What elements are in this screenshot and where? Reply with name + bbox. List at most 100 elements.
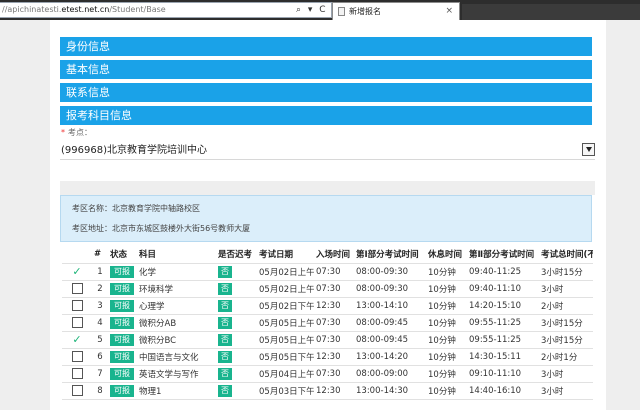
status-badge[interactable]: 可报 xyxy=(110,316,134,329)
cell-entry: 12:30 xyxy=(314,297,354,315)
cell-rest: 10分钟 xyxy=(426,263,467,281)
col-total: 考试总时间(不 xyxy=(539,245,593,264)
cell-date: 05月05日下午 xyxy=(257,348,314,366)
table-header: # 状态 科目 是否迟考 考试日期 入场时间 第Ⅰ部分考试时间 休息时间 第Ⅱ部… xyxy=(62,245,593,264)
cell-total: 3小时 xyxy=(539,280,593,298)
cell-date: 05月04日上午 xyxy=(257,365,314,383)
checkbox-icon[interactable] xyxy=(71,351,83,362)
col-part1: 第Ⅰ部分考试时间 xyxy=(354,245,426,264)
late-badge: 否 xyxy=(218,367,232,380)
status-badge[interactable]: 可报 xyxy=(110,384,134,397)
col-rest: 休息时间 xyxy=(426,245,467,264)
cell-part2: 09:40-11:10 xyxy=(467,280,539,298)
cell-total: 3小时15分 xyxy=(539,314,593,332)
cell-num: 7 xyxy=(92,365,108,383)
cell-entry: 07:30 xyxy=(314,280,354,298)
section-identity[interactable]: 身份信息 xyxy=(60,37,592,56)
cell-entry: 07:30 xyxy=(314,365,354,383)
url-path: /Student/Base xyxy=(109,5,166,14)
section-basic[interactable]: 基本信息 xyxy=(60,60,592,79)
cell-part1: 08:00-09:30 xyxy=(354,280,426,298)
cell-rest: 10分钟 xyxy=(426,382,467,400)
table-row[interactable]: 6 可报 中国语言与文化否 05月05日下午 12:30 13:00-14:20 10分钟 1… xyxy=(62,348,593,366)
table-row[interactable]: ✓ 1 可报 化学否 05月02日上午 07:30 08:00-09:30 10分钟 09:40… xyxy=(62,263,593,281)
cell-total: 3小时15分 xyxy=(539,331,593,349)
table-row[interactable]: 7 可报 英语文学与写作否 05月04日上午 07:30 08:00-09:00 10分钟 0… xyxy=(62,365,593,383)
test-site-value: (996968)北京教育学院培训中心 xyxy=(61,145,207,156)
cell-part2: 14:20-15:10 xyxy=(467,297,539,315)
col-late: 是否迟考 xyxy=(216,245,257,264)
section-subjects[interactable]: 报考科目信息 xyxy=(60,106,592,125)
late-badge: 否 xyxy=(218,299,232,312)
test-site-select[interactable]: (996968)北京教育学院培训中心 xyxy=(60,141,595,160)
cell-part1: 08:00-09:30 xyxy=(354,263,426,281)
section-contact[interactable]: 联系信息 xyxy=(60,83,592,102)
col-num: # xyxy=(92,245,108,264)
cell-subject: 微积分BC xyxy=(137,331,216,349)
col-part2: 第Ⅱ部分考试时间 xyxy=(467,245,539,264)
table-row[interactable]: 8 可报 物理1 否 05月03日下午 12:30 13:00-14:30 10分钟 14:40… xyxy=(62,382,593,400)
cell-rest: 10分钟 xyxy=(426,365,467,383)
close-icon[interactable]: × xyxy=(445,3,453,20)
cell-num: 4 xyxy=(92,314,108,332)
late-badge: 否 xyxy=(218,384,232,397)
table-row[interactable]: 3 可报 心理学否 05月02日下午 12:30 13:00-14:10 10分钟 14:20… xyxy=(62,297,593,315)
cell-total: 3小时15分 xyxy=(539,263,593,281)
late-badge: 否 xyxy=(218,350,232,363)
site-name: 考区名称：北京教育学院中轴路校区 xyxy=(72,204,200,213)
check-icon[interactable]: ✓ xyxy=(72,266,81,277)
cell-num: 5 xyxy=(92,331,108,349)
cell-num: 1 xyxy=(92,263,108,281)
cell-part2: 09:55-11:25 xyxy=(467,331,539,349)
cell-num: 3 xyxy=(92,297,108,315)
table-row[interactable]: ✓ 5 可报 微积分BC 否 05月05日上午 07:30 08:00-09:45 10分钟 09… xyxy=(62,331,593,349)
page-icon xyxy=(338,7,345,16)
cell-date: 05月05日上午 xyxy=(257,331,314,349)
checkbox-icon[interactable] xyxy=(71,300,83,311)
address-bar[interactable]: //apichinatesti.etest.net.cn/Student/Bas… xyxy=(0,2,332,18)
site-address: 考区地址：北京市东城区鼓楼外大街56号教师大厦 xyxy=(72,224,251,233)
status-badge[interactable]: 可报 xyxy=(110,367,134,380)
checkbox-icon[interactable] xyxy=(71,385,83,396)
cell-part1: 08:00-09:45 xyxy=(354,331,426,349)
table-row[interactable]: 4 可报 微积分AB 否 05月05日上午 07:30 08:00-09:45 10分钟 09:… xyxy=(62,314,593,332)
cell-part1: 13:00-14:20 xyxy=(354,348,426,366)
new-tab-area[interactable] xyxy=(462,4,640,20)
subjects-table: # 状态 科目 是否迟考 考试日期 入场时间 第Ⅰ部分考试时间 休息时间 第Ⅱ部… xyxy=(62,245,593,400)
status-badge[interactable]: 可报 xyxy=(110,350,134,363)
cell-part2: 14:40-16:10 xyxy=(467,382,539,400)
cell-date: 05月05日上午 xyxy=(257,314,314,332)
cell-subject: 心理学 xyxy=(137,297,216,315)
cell-entry: 07:30 xyxy=(314,314,354,332)
late-badge: 否 xyxy=(218,265,232,278)
status-badge[interactable]: 可报 xyxy=(110,282,134,295)
address-controls[interactable]: ⌕ ▾ C xyxy=(296,3,330,17)
cell-subject: 环境科学 xyxy=(137,280,216,298)
status-badge[interactable]: 可报 xyxy=(110,265,134,278)
cell-subject: 英语文学与写作 xyxy=(137,365,216,383)
late-badge: 否 xyxy=(218,282,232,295)
test-site-label: * 考点： xyxy=(61,128,92,137)
table-row[interactable]: 2 可报 环境科学否 05月02日上午 07:30 08:00-09:30 10分钟 09:4… xyxy=(62,280,593,298)
status-badge[interactable]: 可报 xyxy=(110,333,134,346)
check-icon[interactable]: ✓ xyxy=(72,334,81,345)
checkbox-icon[interactable] xyxy=(71,283,83,294)
col-date: 考试日期 xyxy=(257,245,314,264)
browser-tab[interactable]: 新增报名 × xyxy=(332,2,460,20)
cell-date: 05月02日上午 xyxy=(257,263,314,281)
cell-part1: 08:00-09:45 xyxy=(354,314,426,332)
cell-subject: 微积分AB xyxy=(137,314,216,332)
cell-part1: 08:00-09:00 xyxy=(354,365,426,383)
checkbox-icon[interactable] xyxy=(71,317,83,328)
cell-part2: 14:30-15:11 xyxy=(467,348,539,366)
col-entry: 入场时间 xyxy=(314,245,354,264)
cell-part1: 13:00-14:10 xyxy=(354,297,426,315)
cell-date: 05月03日下午 xyxy=(257,382,314,400)
cell-date: 05月02日上午 xyxy=(257,280,314,298)
status-badge[interactable]: 可报 xyxy=(110,299,134,312)
late-badge: 否 xyxy=(218,316,232,329)
checkbox-icon[interactable] xyxy=(71,368,83,379)
cell-part2: 09:55-11:25 xyxy=(467,314,539,332)
chevron-down-icon[interactable] xyxy=(582,143,595,156)
cell-total: 3小时 xyxy=(539,365,593,383)
